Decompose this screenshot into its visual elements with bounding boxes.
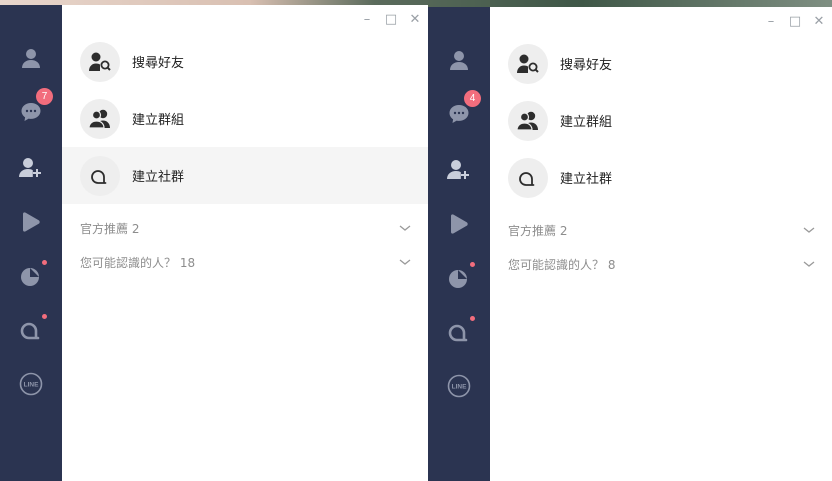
play-icon[interactable] xyxy=(444,209,474,239)
line-icon[interactable]: LINE xyxy=(444,371,474,401)
sidebar: 4 LINE xyxy=(428,7,490,481)
close-button[interactable]: ✕ xyxy=(812,15,826,29)
create-community-row[interactable]: 建立社群 xyxy=(62,147,428,204)
create-community-row[interactable]: 建立社群 xyxy=(490,149,832,206)
friends-icon[interactable] xyxy=(444,45,474,75)
official-recommend-label: 官方推薦 2 xyxy=(80,221,140,236)
people-you-may-know-label: 您可能認識的人？ 18 xyxy=(80,255,196,270)
chat-unread-badge: 4 xyxy=(464,90,481,107)
search-friend-label: 搜尋好友 xyxy=(560,58,613,73)
official-recommend-section[interactable]: 官方推薦 2 xyxy=(62,213,428,243)
create-community-icon xyxy=(80,155,120,196)
search-friend-row[interactable]: 搜尋好友 xyxy=(62,33,428,90)
openchat-notification-dot xyxy=(42,314,47,319)
create-group-row[interactable]: 建立群組 xyxy=(490,92,832,149)
maximize-button[interactable]: □ xyxy=(384,13,398,27)
add-friend-window-1: 7 LINE – □ ✕ 搜尋好友 建立群組 建立社群 官方推薦 2 您可能認識… xyxy=(0,5,428,481)
official-recommend-section[interactable]: 官方推薦 2 xyxy=(490,215,832,245)
add-friend-window-2: 4 LINE – □ ✕ 搜尋好友 建立群組 建立社群 官方推薦 2 您可能認識… xyxy=(428,7,832,481)
search-friend-label: 搜尋好友 xyxy=(132,56,185,71)
window-controls: – □ ✕ xyxy=(764,15,826,29)
play-icon[interactable] xyxy=(16,207,46,237)
today-notification-dot xyxy=(42,260,47,265)
chat-icon[interactable]: 7 xyxy=(16,88,53,127)
create-group-label: 建立群組 xyxy=(132,113,185,128)
people-you-may-know-label: 您可能認識的人？ 8 xyxy=(508,257,616,272)
chevron-down-icon xyxy=(803,261,815,267)
today-icon[interactable] xyxy=(444,262,475,293)
search-friend-row[interactable]: 搜尋好友 xyxy=(490,35,832,92)
openchat-icon[interactable] xyxy=(444,316,475,347)
svg-text:LINE: LINE xyxy=(452,384,467,391)
main-panel: – □ ✕ 搜尋好友 建立群組 建立社群 官方推薦 2 您可 xyxy=(62,5,428,481)
chat-icon[interactable]: 4 xyxy=(444,90,481,129)
add-friend-icon[interactable] xyxy=(444,155,474,185)
line-icon[interactable]: LINE xyxy=(16,369,46,399)
people-you-may-know-section[interactable]: 您可能認識的人？ 8 xyxy=(490,249,832,279)
today-icon[interactable] xyxy=(16,260,47,291)
close-button[interactable]: ✕ xyxy=(408,13,422,27)
create-group-icon xyxy=(80,98,120,139)
main-panel: – □ ✕ 搜尋好友 建立群組 建立社群 官方推薦 2 您可 xyxy=(490,7,832,481)
chat-unread-badge: 7 xyxy=(36,88,53,105)
window-controls: – □ ✕ xyxy=(360,13,422,27)
search-friend-icon xyxy=(80,41,120,82)
create-community-label: 建立社群 xyxy=(560,172,613,187)
add-friend-icon[interactable] xyxy=(16,153,46,183)
chevron-down-icon xyxy=(399,259,411,265)
maximize-button[interactable]: □ xyxy=(788,15,802,29)
minimize-button[interactable]: – xyxy=(764,15,778,29)
today-notification-dot xyxy=(470,262,475,267)
svg-text:LINE: LINE xyxy=(24,382,39,389)
official-recommend-label: 官方推薦 2 xyxy=(508,223,568,238)
friends-icon[interactable] xyxy=(16,43,46,73)
create-group-icon xyxy=(508,100,548,141)
chevron-down-icon xyxy=(399,225,411,231)
people-you-may-know-section[interactable]: 您可能認識的人？ 18 xyxy=(62,247,428,277)
sidebar: 7 LINE xyxy=(0,5,62,481)
chevron-down-icon xyxy=(803,227,815,233)
create-group-row[interactable]: 建立群組 xyxy=(62,90,428,147)
openchat-notification-dot xyxy=(470,316,475,321)
create-community-label: 建立社群 xyxy=(132,170,185,185)
create-group-label: 建立群組 xyxy=(560,115,613,130)
create-community-icon xyxy=(508,157,548,198)
minimize-button[interactable]: – xyxy=(360,13,374,27)
search-friend-icon xyxy=(508,43,548,84)
openchat-icon[interactable] xyxy=(16,314,47,345)
